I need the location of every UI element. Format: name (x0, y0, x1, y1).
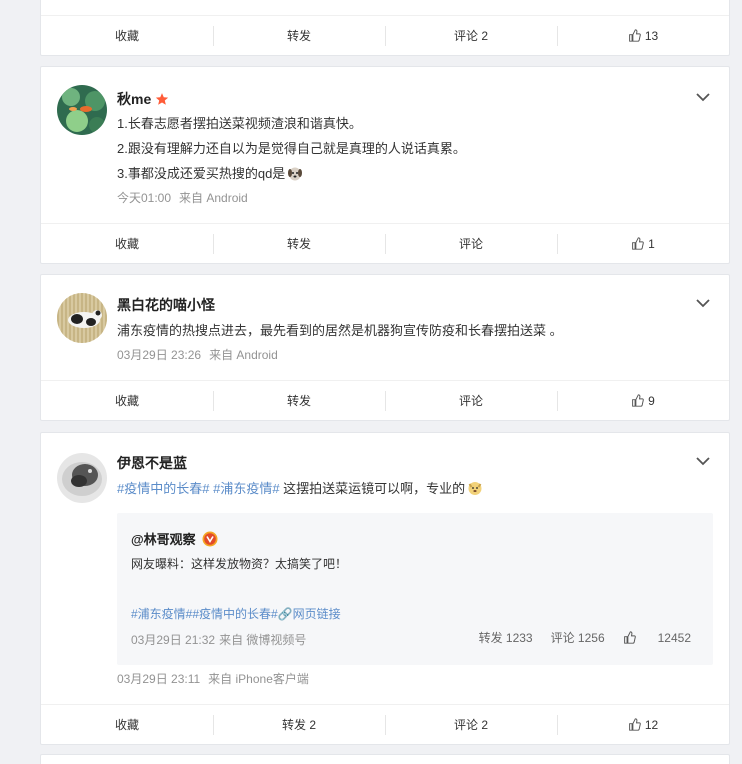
quoted-user-name-text: @林哥观察 (131, 532, 196, 547)
like-button[interactable]: 12 (557, 705, 729, 744)
hashtag-link[interactable]: #浦东疫情# (213, 481, 279, 496)
quoted-source: 来自 微博视频号 (219, 633, 307, 647)
like-count: 12 (644, 717, 659, 732)
post-card-3: 伊恩不是蓝 #疫情中的长春# #浦东疫情# 这摆拍送菜运镜可以啊，专业的 @林哥… (40, 432, 730, 745)
avatar[interactable] (57, 85, 107, 135)
comment-button[interactable]: 评论 (385, 381, 557, 420)
post-text-line-3-text: 3.事都没成还爱买热搜的qd是 (117, 166, 286, 181)
like-button[interactable]: 13 (557, 16, 729, 55)
post-source: 来自 Android (179, 191, 248, 205)
avatar[interactable] (57, 293, 107, 343)
post-card-0: 收藏 转发 评论 2 13 (40, 0, 730, 56)
user-name-text: 黑白花的喵小怪 (117, 297, 215, 313)
favorite-label: 收藏 (114, 237, 139, 251)
forward-button[interactable]: 转发 2 (213, 705, 385, 744)
favorite-label: 收藏 (114, 29, 139, 43)
post-text-body: 这摆拍送菜运镜可以啊，专业的 (279, 481, 466, 496)
avatar[interactable] (57, 453, 107, 503)
post-text-line-3: 3.事都没成还爱买热搜的qd是 (117, 163, 303, 182)
comment-button[interactable]: 评论 (385, 224, 557, 263)
like-icon (623, 631, 636, 644)
forward-label: 转发 (286, 394, 311, 408)
forward-button[interactable]: 转发 (213, 224, 385, 263)
quoted-comment[interactable]: 评论 1256 (551, 629, 605, 646)
post-meta: 今天01:00 来自 Android (117, 189, 248, 206)
forward-label: 转发 (286, 237, 311, 251)
star-icon (156, 93, 169, 105)
post-time[interactable]: 03月29日 23:11 (117, 672, 200, 686)
like-button[interactable]: 1 (557, 224, 729, 263)
favorite-button[interactable]: 收藏 (41, 224, 213, 263)
comment-label: 评论 2 (453, 29, 488, 43)
post-card-2: 黑白花的喵小怪 浦东疫情的热搜点进去，最先看到的居然是机器狗宣传防疫和长春摆拍送… (40, 274, 730, 421)
comment-button[interactable]: 评论 2 (385, 16, 557, 55)
action-bar: 收藏 转发 评论 2 13 (41, 15, 729, 55)
quoted-time[interactable]: 03月29日 21:32 (131, 633, 215, 647)
quoted-meta: 03月29日 21:32 来自 微博视频号 (131, 631, 306, 648)
hashtag-link[interactable]: #疫情中的长春# (117, 481, 209, 496)
post-source: 来自 Android (209, 348, 278, 362)
comment-label: 评论 2 (453, 718, 488, 732)
like-count: 9 (648, 393, 655, 408)
like-icon (632, 237, 644, 250)
chevron-down-icon[interactable] (695, 453, 711, 469)
quoted-like-count: 12452 (657, 630, 691, 645)
forward-button[interactable]: 转发 (213, 16, 385, 55)
action-bar: 收藏 转发 评论 9 (41, 380, 729, 420)
like-icon (628, 29, 641, 42)
like-icon (628, 718, 641, 731)
quoted-tags[interactable]: #浦东疫情##疫情中的长春#🔗网页链接 (131, 605, 341, 622)
forward-label: 转发 2 (281, 718, 316, 732)
post-meta: 03月29日 23:26 来自 Android (117, 346, 278, 363)
like-count: 1 (648, 236, 655, 251)
post-text: #疫情中的长春# #浦东疫情# 这摆拍送菜运镜可以啊，专业的 (117, 478, 483, 497)
user-name-text: 秋me (117, 91, 152, 107)
forward-button[interactable]: 转发 (213, 381, 385, 420)
post-text-line-1: 1.长春志愿者摆拍送菜视频渣浪和谐真快。 (117, 116, 362, 131)
doge-emoji (468, 482, 482, 495)
verified-v-icon (202, 531, 218, 546)
user-name[interactable]: 黑白花的喵小怪 (117, 295, 215, 315)
action-bar: 收藏 转发 评论 1 (41, 223, 729, 263)
comment-label: 评论 (458, 237, 483, 251)
post-text: 浦东疫情的热搜点进去，最先看到的居然是机器狗宣传防疫和长春摆拍送菜 。 (117, 323, 563, 338)
sad-dog-emoji (288, 167, 303, 181)
quoted-text: 网友曝料：这样发放物资？太搞笑了吧！ (131, 557, 348, 571)
post-meta: 03月29日 23:11 来自 iPhone客户端 (117, 670, 309, 687)
like-button[interactable]: 9 (557, 381, 729, 420)
like-count: 13 (644, 28, 659, 43)
quoted-forward[interactable]: 转发 1233 (479, 629, 533, 646)
quoted-user-name[interactable]: @林哥观察 (131, 529, 218, 548)
post-time[interactable]: 今天01:00 (117, 191, 171, 205)
user-name[interactable]: 秋me (117, 89, 169, 109)
post-source: 来自 iPhone客户端 (208, 672, 309, 686)
favorite-label: 收藏 (114, 718, 139, 732)
favorite-button[interactable]: 收藏 (41, 16, 213, 55)
forward-label: 转发 (286, 29, 311, 43)
quoted-like[interactable]: 12452 (623, 631, 691, 645)
favorite-label: 收藏 (114, 394, 139, 408)
favorite-button[interactable]: 收藏 (41, 705, 213, 744)
like-icon (632, 394, 644, 407)
action-bar: 收藏 转发 2 评论 2 12 (41, 704, 729, 744)
chevron-down-icon[interactable] (695, 89, 711, 105)
chevron-down-icon[interactable] (695, 295, 711, 311)
comment-label: 评论 (458, 394, 483, 408)
quoted-stats: 转发 1233 评论 1256 12452 (461, 629, 691, 646)
post-card-1: 秋me 1.长春志愿者摆拍送菜视频渣浪和谐真快。 2.跟没有理解力还自以为是觉得… (40, 66, 730, 264)
quoted-post[interactable]: @林哥观察 网友曝料：这样发放物资？太搞笑了吧！ #浦东疫情##疫情中的长春#🔗… (117, 513, 713, 665)
comment-button[interactable]: 评论 2 (385, 705, 557, 744)
post-text-line-2: 2.跟没有理解力还自以为是觉得自己就是真理的人说话真累。 (117, 141, 466, 156)
user-name[interactable]: 伊恩不是蓝 (117, 453, 187, 473)
post-time[interactable]: 03月29日 23:26 (117, 348, 201, 362)
favorite-button[interactable]: 收藏 (41, 381, 213, 420)
user-name-text: 伊恩不是蓝 (117, 455, 187, 471)
post-card-4 (40, 754, 730, 764)
